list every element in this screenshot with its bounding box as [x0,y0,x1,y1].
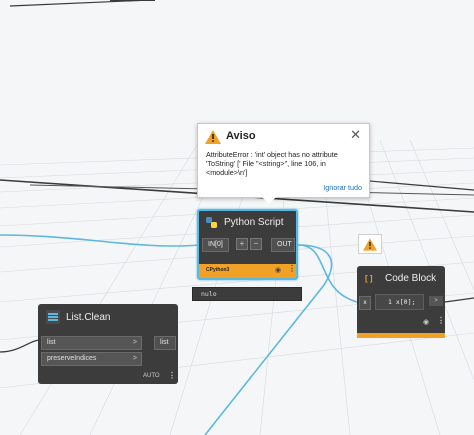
node-header[interactable]: Python Script [199,211,296,233]
eye-icon[interactable]: ◉ [423,318,429,326]
python-icon [206,217,217,228]
more-options-icon[interactable]: ⋮ [437,316,445,325]
node-warning-badge[interactable] [358,234,382,254]
dismiss-all-link[interactable]: Ignorar tudo [323,183,362,192]
warning-popup: Aviso ✕ AttributeError : 'int' object ha… [197,123,370,198]
list-icon [46,310,60,324]
output-port[interactable]: > [429,296,443,306]
more-options-icon[interactable]: ⋮ [168,371,176,380]
list-clean-node[interactable]: List.Clean list > preserveIndices > list… [38,304,178,384]
warning-icon [205,130,221,144]
node-title: List.Clean [66,312,111,323]
add-input-button[interactable]: + [236,238,248,250]
code-block-node[interactable]: [ ] Code Block x 1 x[0]; > ◉ ⋮ [357,266,445,338]
remove-input-button[interactable]: − [250,238,262,250]
input-port-in0[interactable]: IN[0] [202,238,229,252]
chevron-right-icon[interactable]: > [133,337,137,349]
eye-icon[interactable]: ◉ [275,266,281,274]
input-port-preserve-indices[interactable]: preserveIndices > [41,352,142,366]
output-port-list[interactable]: list [154,336,176,350]
warning-title: Aviso [226,130,256,142]
code-block-icon: [ ] [365,274,373,283]
chevron-right-icon[interactable]: > [133,353,137,365]
warning-pointer [262,197,276,204]
lacing-label[interactable]: AUTO [143,373,160,379]
python-script-node[interactable]: Python Script IN[0] + − OUT CPython3 ◉ ⋮ [197,209,298,280]
node-title: Code Block [385,273,437,284]
preview-bubble: nulo [192,287,302,301]
node-title: Python Script [224,217,284,228]
more-options-icon[interactable]: ⋮ [288,264,296,273]
code-editor[interactable]: 1 x[0]; [375,294,424,310]
engine-label: CPython3 [206,267,230,273]
port-label: list [47,339,56,346]
warning-icon [363,238,377,251]
output-port-out[interactable]: OUT [271,238,295,252]
port-label: preserveIndices [47,355,97,362]
node-footer [357,333,445,338]
close-icon[interactable]: ✕ [350,127,361,143]
input-port-x[interactable]: x [359,296,371,310]
node-footer: CPython3 ◉ ⋮ [199,264,296,278]
warning-message: AttributeError : 'int' object has no att… [206,150,338,177]
input-port-list[interactable]: list > [41,336,142,350]
